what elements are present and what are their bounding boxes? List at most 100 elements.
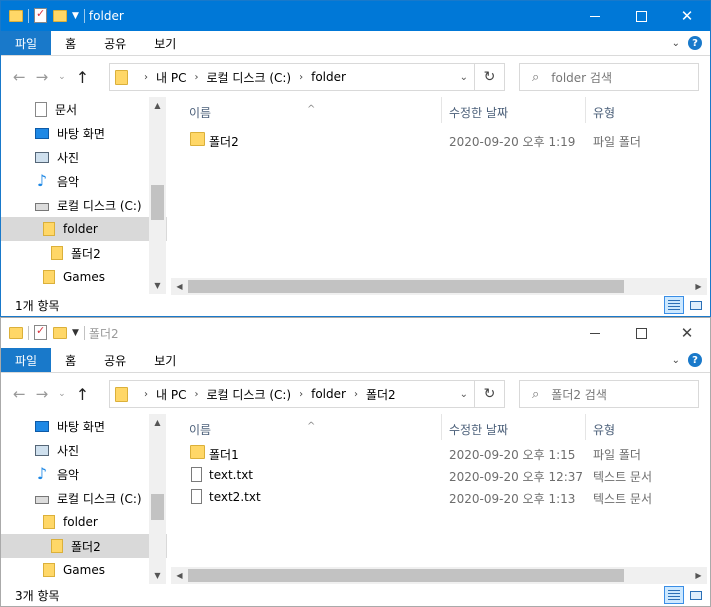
recent-locations-icon[interactable]: ⌄ bbox=[58, 72, 66, 82]
column-divider[interactable] bbox=[441, 414, 442, 440]
list-item[interactable]: 폴더2 2020-09-20 오후 1:19 파일 폴더 bbox=[167, 129, 710, 151]
title-bar[interactable]: ▼ 폴더2 ✕ bbox=[1, 318, 710, 348]
sidebar-item-local-disk[interactable]: 로컬 디스크 (C:) bbox=[1, 193, 167, 217]
close-button[interactable]: ✕ bbox=[664, 1, 710, 31]
scroll-down-icon[interactable]: ▼ bbox=[149, 277, 166, 294]
close-button[interactable]: ✕ bbox=[664, 318, 710, 348]
sidebar-item-games[interactable]: Games bbox=[1, 558, 167, 582]
list-item[interactable]: text.txt 2020-09-20 오후 12:37 텍스트 문서 bbox=[167, 464, 710, 486]
breadcrumb-item[interactable]: 로컬 디스크 (C:) bbox=[206, 386, 291, 403]
horizontal-scrollbar[interactable]: ◀ ▶ bbox=[171, 567, 707, 584]
new-folder-icon[interactable] bbox=[53, 325, 67, 341]
column-header-date[interactable]: 수정한 날짜 bbox=[449, 421, 508, 438]
large-icons-view-button[interactable] bbox=[686, 586, 706, 604]
list-item[interactable]: text2.txt 2020-09-20 오후 1:13 텍스트 문서 bbox=[167, 486, 710, 508]
title-bar[interactable]: ▼ folder ✕ bbox=[1, 1, 710, 31]
scrollbar-thumb[interactable] bbox=[151, 494, 164, 520]
breadcrumb-separator-icon[interactable]: › bbox=[299, 389, 303, 400]
address-dropdown-icon[interactable]: ⌄ bbox=[460, 389, 468, 400]
search-input[interactable]: ⌕ folder 검색 bbox=[519, 63, 699, 91]
breadcrumb-separator-icon[interactable]: › bbox=[144, 389, 148, 400]
sidebar-item-pictures[interactable]: 사진 bbox=[1, 438, 167, 462]
column-divider[interactable] bbox=[585, 414, 586, 440]
sidebar-item-folder[interactable]: folder bbox=[1, 510, 167, 534]
tab-share[interactable]: 공유 bbox=[90, 348, 140, 372]
minimize-button[interactable] bbox=[572, 318, 618, 348]
back-arrow-icon[interactable]: ← bbox=[13, 385, 26, 403]
scroll-up-icon[interactable]: ▲ bbox=[149, 414, 166, 431]
details-view-button[interactable] bbox=[664, 586, 684, 604]
navigation-scrollbar[interactable]: ▲ ▼ bbox=[149, 97, 166, 294]
navigation-scrollbar[interactable]: ▲ ▼ bbox=[149, 414, 166, 584]
expand-ribbon-icon[interactable]: ⌄ bbox=[672, 38, 680, 49]
forward-arrow-icon[interactable]: → bbox=[36, 68, 49, 86]
tab-file[interactable]: 파일 bbox=[1, 31, 52, 55]
sidebar-item-music[interactable]: ♪ 음악 bbox=[1, 169, 167, 193]
sidebar-item-folder2[interactable]: 폴더2 bbox=[1, 241, 167, 265]
up-arrow-icon[interactable]: ↑ bbox=[76, 385, 89, 404]
breadcrumb-separator-icon[interactable]: › bbox=[194, 72, 198, 83]
tab-view[interactable]: 보기 bbox=[140, 31, 190, 55]
column-divider[interactable] bbox=[585, 97, 586, 123]
breadcrumb-item[interactable]: 로컬 디스크 (C:) bbox=[206, 69, 291, 86]
large-icons-view-button[interactable] bbox=[686, 296, 706, 314]
sidebar-item-local-disk[interactable]: 로컬 디스크 (C:) bbox=[1, 486, 167, 510]
scroll-right-icon[interactable]: ▶ bbox=[690, 278, 707, 295]
breadcrumb-separator-icon[interactable]: › bbox=[144, 72, 148, 83]
new-folder-icon[interactable] bbox=[53, 8, 67, 24]
refresh-button[interactable]: ↻ bbox=[475, 63, 505, 91]
address-bar[interactable]: › 내 PC › 로컬 디스크 (C:) › folder › 폴더2 ⌄ bbox=[109, 380, 475, 408]
scroll-down-icon[interactable]: ▼ bbox=[149, 567, 166, 584]
list-item[interactable]: 폴더1 2020-09-20 오후 1:15 파일 폴더 bbox=[167, 442, 710, 464]
minimize-button[interactable] bbox=[572, 1, 618, 31]
column-header-name[interactable]: 이름 bbox=[189, 104, 211, 121]
sidebar-item-games[interactable]: Games bbox=[1, 265, 167, 289]
tab-home[interactable]: 홈 bbox=[51, 31, 90, 55]
sidebar-item-folder2[interactable]: 폴더2 bbox=[1, 534, 167, 558]
sidebar-item-desktop[interactable]: 바탕 화면 bbox=[1, 414, 167, 438]
scroll-left-icon[interactable]: ◀ bbox=[171, 567, 188, 584]
breadcrumb-item[interactable]: folder bbox=[311, 387, 346, 401]
breadcrumb-separator-icon[interactable]: › bbox=[299, 72, 303, 83]
recent-locations-icon[interactable]: ⌄ bbox=[58, 389, 66, 399]
sidebar-item-music[interactable]: ♪ 음악 bbox=[1, 462, 167, 486]
sidebar-item-pictures[interactable]: 사진 bbox=[1, 145, 167, 169]
horizontal-scrollbar[interactable]: ◀ ▶ bbox=[171, 278, 707, 295]
address-bar[interactable]: › 내 PC › 로컬 디스크 (C:) › folder ⌄ bbox=[109, 63, 475, 91]
address-dropdown-icon[interactable]: ⌄ bbox=[460, 72, 468, 83]
column-divider[interactable] bbox=[441, 97, 442, 123]
breadcrumb-item[interactable]: 내 PC bbox=[156, 69, 186, 86]
column-header-type[interactable]: 유형 bbox=[593, 104, 615, 121]
breadcrumb-separator-icon[interactable]: › bbox=[354, 389, 358, 400]
sidebar-item-documents[interactable]: 문서 bbox=[1, 97, 167, 121]
scroll-right-icon[interactable]: ▶ bbox=[690, 567, 707, 584]
properties-icon[interactable] bbox=[34, 7, 48, 24]
properties-icon[interactable] bbox=[34, 324, 48, 341]
sidebar-item-folder[interactable]: folder bbox=[1, 217, 167, 241]
scrollbar-thumb[interactable] bbox=[188, 569, 624, 582]
maximize-button[interactable] bbox=[618, 318, 664, 348]
details-view-button[interactable] bbox=[664, 296, 684, 314]
help-icon[interactable]: ? bbox=[688, 36, 702, 50]
column-header-name[interactable]: 이름 bbox=[189, 421, 211, 438]
refresh-button[interactable]: ↻ bbox=[475, 380, 505, 408]
customize-toolbar-icon[interactable]: ▼ bbox=[72, 328, 79, 338]
scrollbar-thumb[interactable] bbox=[151, 185, 164, 220]
tab-home[interactable]: 홈 bbox=[51, 348, 90, 372]
tab-view[interactable]: 보기 bbox=[140, 348, 190, 372]
customize-toolbar-icon[interactable]: ▼ bbox=[72, 11, 79, 21]
column-header-date[interactable]: 수정한 날짜 bbox=[449, 104, 508, 121]
sidebar-item-desktop[interactable]: 바탕 화면 bbox=[1, 121, 167, 145]
breadcrumb-item[interactable]: 내 PC bbox=[156, 386, 186, 403]
maximize-button[interactable] bbox=[618, 1, 664, 31]
forward-arrow-icon[interactable]: → bbox=[36, 385, 49, 403]
tab-share[interactable]: 공유 bbox=[90, 31, 140, 55]
breadcrumb-separator-icon[interactable]: › bbox=[194, 389, 198, 400]
scroll-up-icon[interactable]: ▲ bbox=[149, 97, 166, 114]
up-arrow-icon[interactable]: ↑ bbox=[76, 68, 89, 87]
column-header-type[interactable]: 유형 bbox=[593, 421, 615, 438]
breadcrumb-item[interactable]: 폴더2 bbox=[366, 386, 396, 403]
breadcrumb-item[interactable]: folder bbox=[311, 70, 346, 84]
scrollbar-thumb[interactable] bbox=[188, 280, 624, 293]
tab-file[interactable]: 파일 bbox=[1, 348, 52, 372]
